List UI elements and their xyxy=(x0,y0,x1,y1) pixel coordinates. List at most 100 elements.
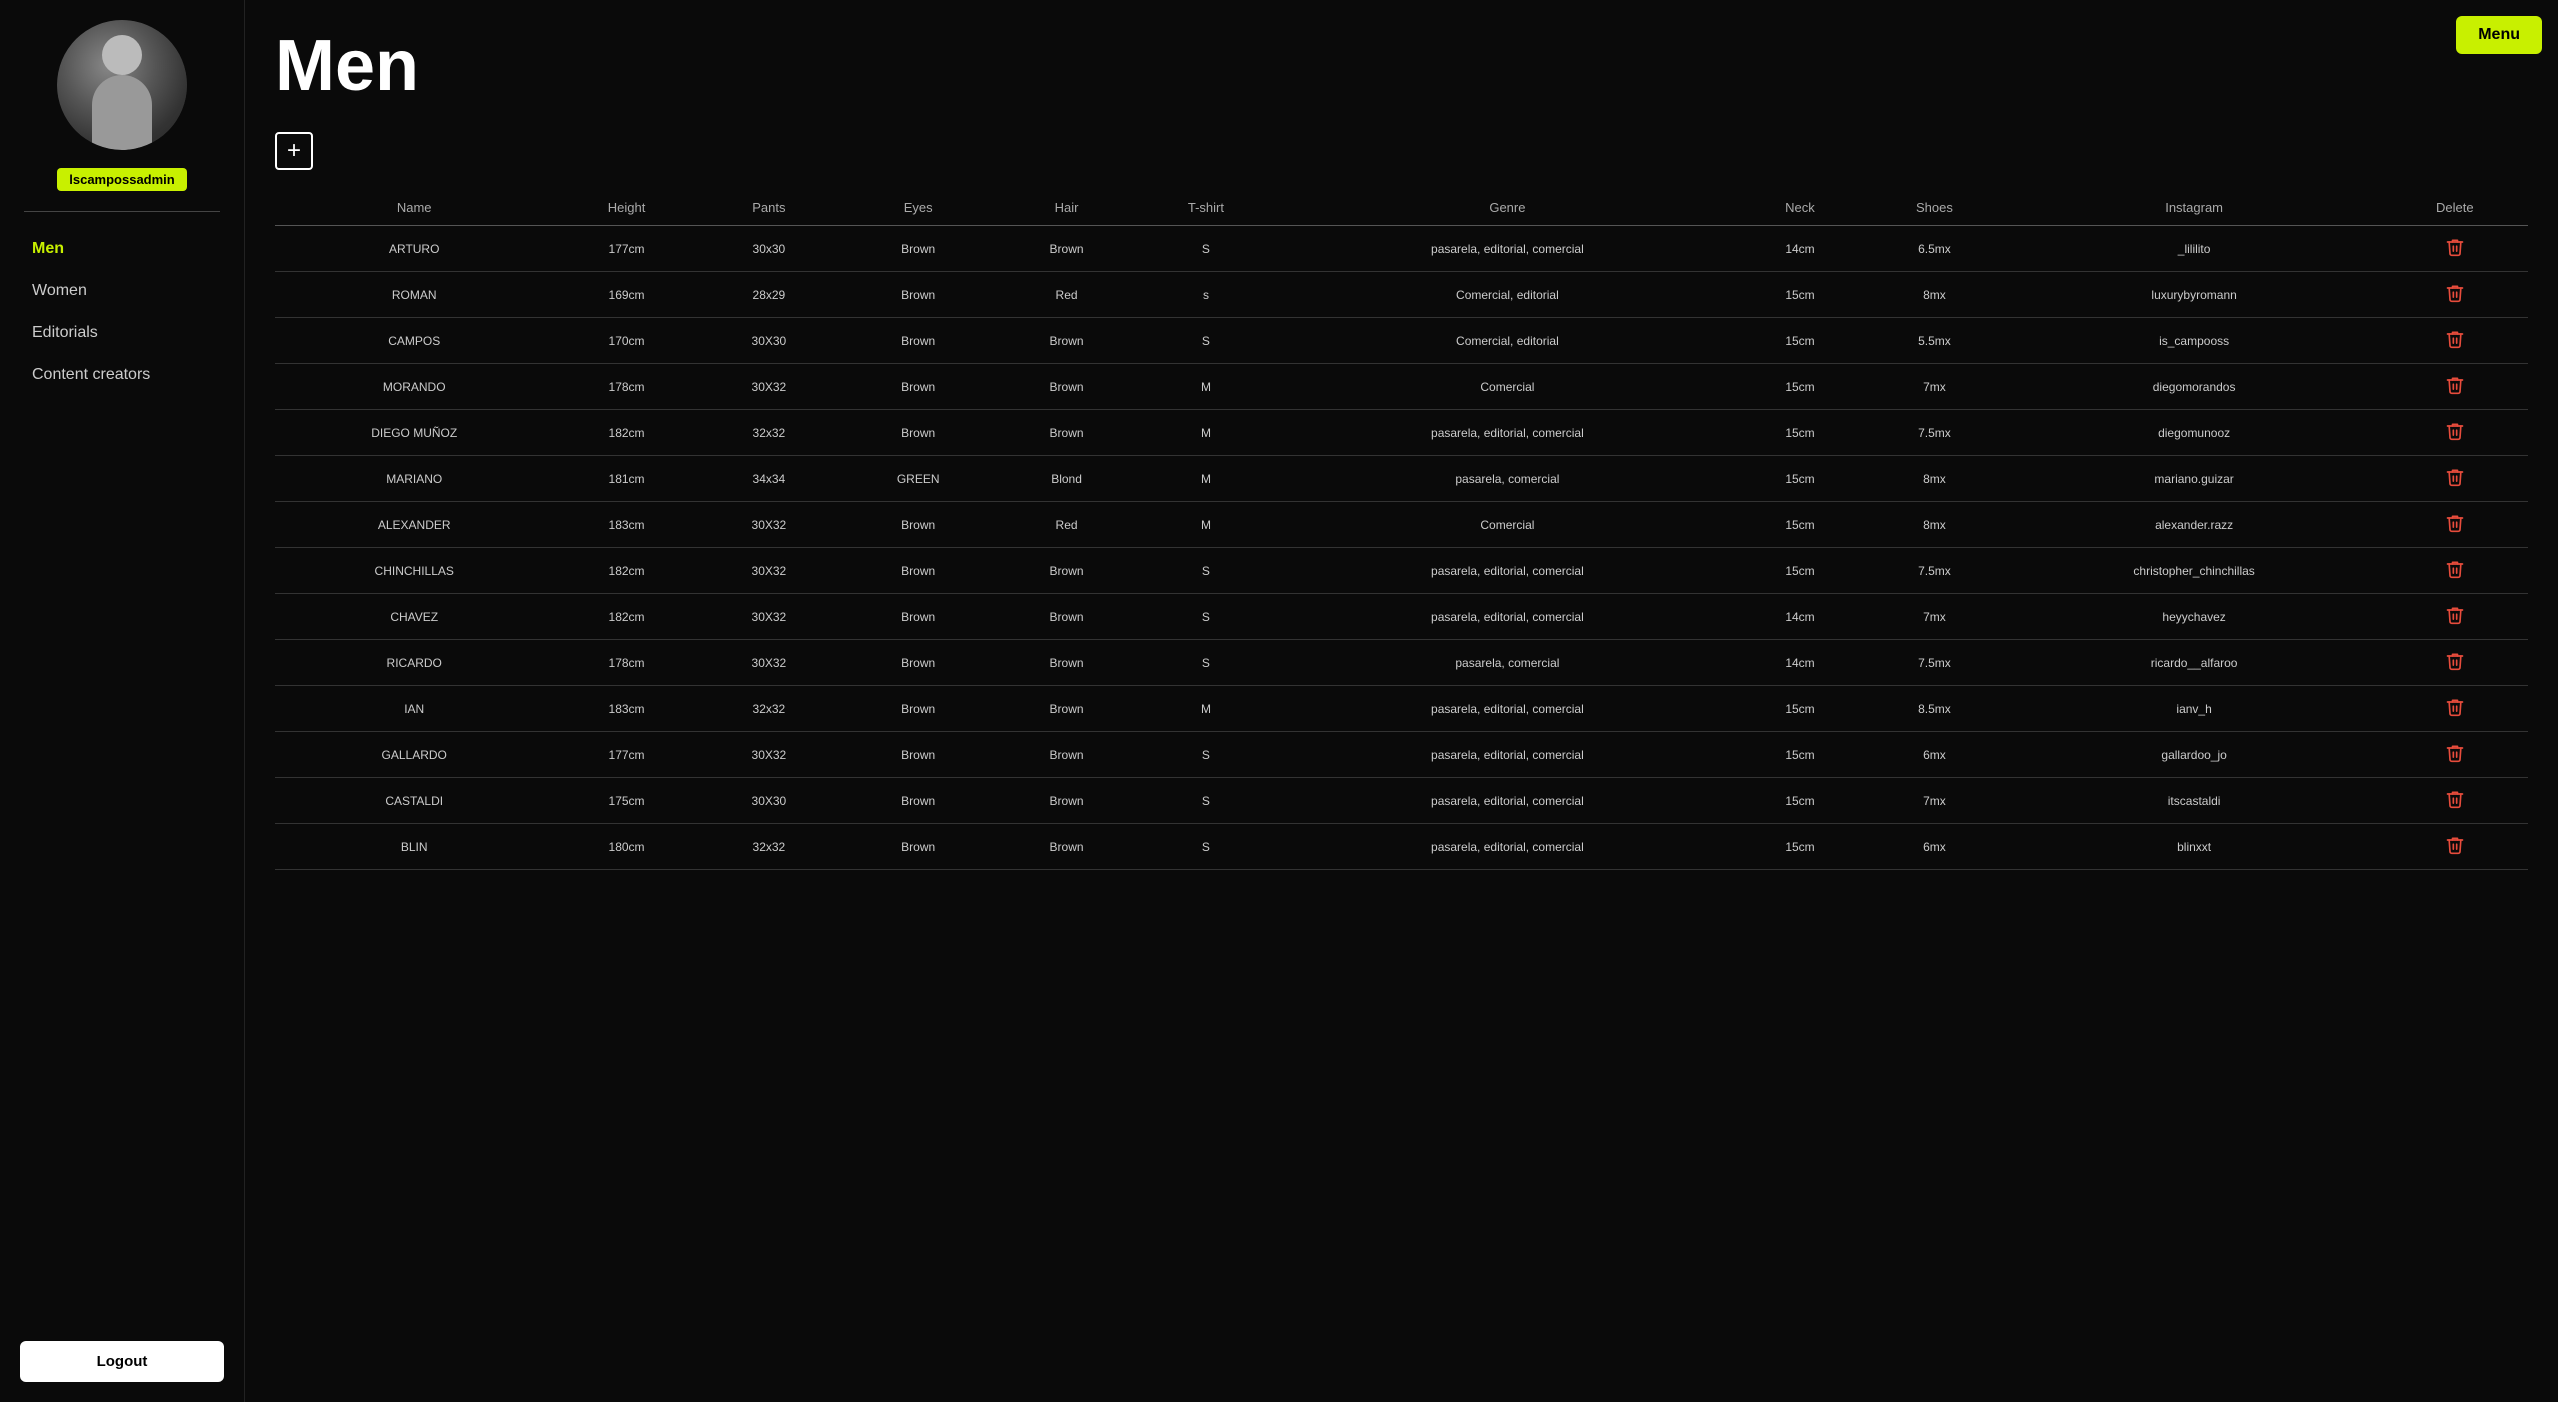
cell-eyes: Brown xyxy=(838,548,998,594)
cell-height: 170cm xyxy=(553,318,699,364)
trash-icon xyxy=(2445,558,2465,580)
models-table: NameHeightPantsEyesHairT-shirtGenreNeckS… xyxy=(275,190,2528,870)
cell-tshirt: S xyxy=(1135,594,1277,640)
cell-genre: pasarela, comercial xyxy=(1277,640,1738,686)
trash-icon xyxy=(2445,466,2465,488)
delete-button[interactable] xyxy=(2445,604,2465,626)
table-row: ARTURO177cm30x30BrownBrownSpasarela, edi… xyxy=(275,226,2528,272)
col-header-eyes: Eyes xyxy=(838,190,998,226)
delete-button[interactable] xyxy=(2445,466,2465,488)
col-header-hair: Hair xyxy=(998,190,1135,226)
delete-button[interactable] xyxy=(2445,788,2465,810)
cell-neck: 15cm xyxy=(1738,318,1863,364)
cell-name: ROMAN xyxy=(275,272,553,318)
cell-name: DIEGO MUÑOZ xyxy=(275,410,553,456)
page-title: Men xyxy=(275,30,2528,102)
cell-neck: 15cm xyxy=(1738,824,1863,870)
cell-shoes: 7mx xyxy=(1862,364,2006,410)
cell-height: 169cm xyxy=(553,272,699,318)
table-row: DIEGO MUÑOZ182cm32x32BrownBrownMpasarela… xyxy=(275,410,2528,456)
sidebar-item-content-creators[interactable]: Content creators xyxy=(20,356,224,394)
cell-genre: pasarela, editorial, comercial xyxy=(1277,778,1738,824)
cell-tshirt: M xyxy=(1135,686,1277,732)
cell-hair: Brown xyxy=(998,548,1135,594)
cell-delete xyxy=(2382,640,2528,686)
cell-genre: pasarela, editorial, comercial xyxy=(1277,732,1738,778)
delete-button[interactable] xyxy=(2445,374,2465,396)
cell-instagram: diegomunooz xyxy=(2007,410,2382,456)
trash-icon xyxy=(2445,282,2465,304)
delete-button[interactable] xyxy=(2445,834,2465,856)
delete-button[interactable] xyxy=(2445,650,2465,672)
sidebar-divider xyxy=(24,211,219,212)
table-row: RICARDO178cm30X32BrownBrownSpasarela, co… xyxy=(275,640,2528,686)
cell-shoes: 7mx xyxy=(1862,778,2006,824)
main-content: Men + NameHeightPantsEyesHairT-shirtGenr… xyxy=(245,0,2558,1402)
cell-shoes: 8.5mx xyxy=(1862,686,2006,732)
cell-hair: Brown xyxy=(998,824,1135,870)
logout-button[interactable]: Logout xyxy=(20,1341,224,1382)
cell-instagram: _lililito xyxy=(2007,226,2382,272)
cell-height: 177cm xyxy=(553,226,699,272)
cell-genre: pasarela, editorial, comercial xyxy=(1277,824,1738,870)
cell-delete xyxy=(2382,456,2528,502)
cell-pants: 30X32 xyxy=(700,640,838,686)
sidebar-item-men[interactable]: Men xyxy=(20,230,224,268)
cell-tshirt: M xyxy=(1135,456,1277,502)
cell-delete xyxy=(2382,272,2528,318)
cell-instagram: itscastaldi xyxy=(2007,778,2382,824)
delete-button[interactable] xyxy=(2445,742,2465,764)
cell-neck: 15cm xyxy=(1738,732,1863,778)
cell-tshirt: M xyxy=(1135,502,1277,548)
cell-height: 178cm xyxy=(553,364,699,410)
cell-eyes: Brown xyxy=(838,824,998,870)
delete-button[interactable] xyxy=(2445,282,2465,304)
delete-button[interactable] xyxy=(2445,696,2465,718)
cell-height: 180cm xyxy=(553,824,699,870)
username-badge: lscampossadmin xyxy=(57,168,187,191)
trash-icon xyxy=(2445,604,2465,626)
delete-button[interactable] xyxy=(2445,236,2465,258)
cell-name: CHAVEZ xyxy=(275,594,553,640)
cell-hair: Brown xyxy=(998,410,1135,456)
cell-eyes: Brown xyxy=(838,364,998,410)
delete-button[interactable] xyxy=(2445,512,2465,534)
cell-eyes: Brown xyxy=(838,318,998,364)
cell-eyes: Brown xyxy=(838,778,998,824)
cell-neck: 15cm xyxy=(1738,686,1863,732)
delete-button[interactable] xyxy=(2445,420,2465,442)
cell-tshirt: S xyxy=(1135,824,1277,870)
add-button[interactable]: + xyxy=(275,132,313,170)
cell-instagram: luxurybyromann xyxy=(2007,272,2382,318)
sidebar-item-women[interactable]: Women xyxy=(20,272,224,310)
cell-hair: Brown xyxy=(998,594,1135,640)
cell-height: 182cm xyxy=(553,410,699,456)
cell-pants: 30X32 xyxy=(700,594,838,640)
delete-button[interactable] xyxy=(2445,558,2465,580)
table-row: IAN183cm32x32BrownBrownMpasarela, editor… xyxy=(275,686,2528,732)
cell-height: 182cm xyxy=(553,594,699,640)
trash-icon xyxy=(2445,742,2465,764)
delete-button[interactable] xyxy=(2445,328,2465,350)
trash-icon xyxy=(2445,512,2465,534)
cell-name: RICARDO xyxy=(275,640,553,686)
cell-neck: 14cm xyxy=(1738,594,1863,640)
cell-name: CHINCHILLAS xyxy=(275,548,553,594)
cell-pants: 30X32 xyxy=(700,364,838,410)
plus-icon: + xyxy=(287,137,301,165)
cell-delete xyxy=(2382,318,2528,364)
cell-instagram: ianv_h xyxy=(2007,686,2382,732)
avatar xyxy=(57,20,187,150)
cell-tshirt: s xyxy=(1135,272,1277,318)
col-header-genre: Genre xyxy=(1277,190,1738,226)
cell-shoes: 5.5mx xyxy=(1862,318,2006,364)
col-header-name: Name xyxy=(275,190,553,226)
cell-neck: 15cm xyxy=(1738,456,1863,502)
cell-genre: Comercial xyxy=(1277,502,1738,548)
cell-hair: Brown xyxy=(998,364,1135,410)
cell-genre: pasarela, editorial, comercial xyxy=(1277,410,1738,456)
sidebar-item-editorials[interactable]: Editorials xyxy=(20,314,224,352)
menu-button[interactable]: Menu xyxy=(2456,16,2542,54)
cell-genre: pasarela, comercial xyxy=(1277,456,1738,502)
cell-instagram: mariano.guizar xyxy=(2007,456,2382,502)
